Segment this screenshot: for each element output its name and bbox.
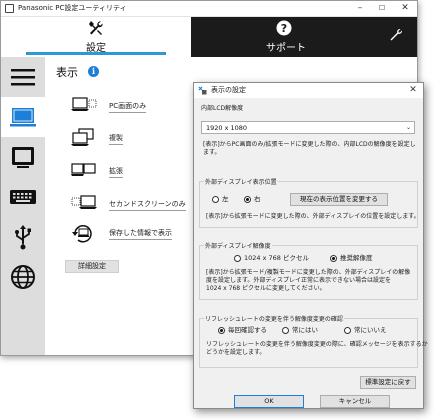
tablet-icon [12,147,34,168]
page-title: 表示 [56,66,78,79]
wrench-icon[interactable] [389,28,403,42]
close-button[interactable]: ✕ [394,2,416,15]
radio-label: 毎回確認する [228,326,267,334]
internal-lcd-note: [表示]からPC画面のみ/拡張モードに変更した際の、内部LCDの解像度を設定し [203,141,416,148]
advanced-settings-button[interactable]: 詳細設定 [65,260,119,273]
restore-defaults-button[interactable]: 標準設定に戻す [360,376,416,389]
radio-dot [212,196,219,203]
main-titlebar: Panasonic PC設定ユーティリティ – ☐ ✕ [1,1,417,17]
svg-text:?: ? [281,22,287,35]
sidebar-item-display[interactable] [1,97,45,137]
always-yes-radio[interactable]: 常にはい [282,326,332,335]
dialog-close-button[interactable]: ✕ [407,84,419,96]
external-resolution-title: 外部ディスプレイ解像度 [204,241,272,250]
radio-label: 1024 x 768 ピクセル [244,254,309,262]
external-resolution-note: [表示]から拡張モード/複製モードに変更した際の、外部ディスプレイの解像 [206,269,411,276]
radio-label: 左 [222,195,229,203]
mode-second-screen-only[interactable]: セカンドスクリーンのみ [71,194,191,214]
dialog-title: 表示の設定 [211,86,246,94]
keyboard-icon [10,190,36,204]
mode-duplicate[interactable]: 複製 [71,128,191,148]
sidebar-item-tablet[interactable] [1,137,45,177]
tab-settings[interactable]: 設定 [1,17,191,57]
internal-lcd-resolution-select[interactable]: 1920 x 1080 ⌄ [201,121,415,134]
usb-icon [15,225,31,250]
menu-icon [11,69,35,86]
radio-dot [282,327,289,334]
maximize-button[interactable]: ☐ [371,2,393,15]
resolution-recommended-radio[interactable]: 推奨解像度 [330,254,390,263]
dialog-titlebar: 表示の設定 ✕ [194,83,423,98]
restore-saved-icon [72,225,92,243]
minimize-button[interactable]: – [349,2,371,15]
mode-label: PC画面のみ [109,101,147,113]
tab-support[interactable]: ? サポート [191,17,381,57]
radio-dot [234,255,241,262]
select-value: 1920 x 1080 [206,124,248,132]
radio-label: 推奨解像度 [340,254,373,262]
mode-restore-saved[interactable]: 保存した情報で表示 [71,223,201,243]
radio-dot [244,196,251,203]
main-window-title: Panasonic PC設定ユーティリティ [18,4,127,12]
mode-extend[interactable]: 拡張 [71,161,191,181]
laptop-display-icon [10,108,36,127]
sidebar-item-keyboard[interactable] [1,177,45,217]
mode-label: 拡張 [109,166,123,178]
display-settings-dialog: 表示の設定 ✕ 内部LCD解像度 1920 x 1080 ⌄ [表示]からPC画… [193,82,428,409]
globe-icon [11,265,35,289]
mode-label: 複製 [109,133,123,145]
radio-label: 常にいいえ [354,326,387,334]
refresh-rate-title: リフレッシュレートの変更を伴う解像度変更の確認 [204,314,344,323]
radio-dot [344,327,351,334]
position-right-radio[interactable]: 右 [244,195,274,204]
info-icon[interactable]: i [88,66,99,77]
always-no-radio[interactable]: 常にいいえ [344,326,394,335]
external-position-title: 外部ディスプレイ表示位置 [204,177,278,186]
radio-label: 常にはい [292,326,318,334]
external-position-note: [表示]から拡張モードに変更した際の、外部ディスプレイの位置を設定します。 [206,213,420,220]
tab-support-label: サポート [266,43,306,54]
pc-screen-only-icon [71,97,97,111]
external-resolution-note-cont2: 1024 x 768 ピクセルに変更してください。 [206,285,326,292]
internal-lcd-note-cont: ます。 [203,149,221,156]
mode-label: セカンドスクリーンのみ [109,199,186,211]
sidebar-item-network[interactable] [1,257,45,297]
second-screen-only-icon [71,195,97,209]
mode-label: 保存した情報で表示 [109,228,172,240]
radio-dot [330,255,337,262]
app-icon [5,4,14,13]
active-tab-indicator [26,52,166,55]
confirm-every-time-radio[interactable]: 毎回確認する [218,326,278,335]
internal-lcd-heading: 内部LCD解像度 [201,105,244,112]
sidebar-item-usb[interactable] [1,217,45,257]
radio-label: 右 [254,195,261,203]
mode-pc-screen-only[interactable]: PC画面のみ [71,96,191,116]
position-left-radio[interactable]: 左 [212,195,242,204]
refresh-rate-note-cont: どうかを設定します。 [206,349,266,356]
resolution-1024-radio[interactable]: 1024 x 768 ピクセル [234,254,314,263]
duplicate-icon [71,128,94,146]
change-position-button[interactable]: 現在の表示位置を変更する [290,193,388,206]
settings-app-icon [198,86,207,95]
external-resolution-note-cont: 度を設定します。外部ディスプレイ正常に表示できない場合は設定を [206,277,391,284]
refresh-rate-note: リフレッシュレートの変更を伴う解像度変更の際に、確認メッセージを表示するか [206,341,428,348]
cancel-button[interactable]: キャンセル [320,395,390,408]
sidebar [1,57,45,355]
chevron-down-icon: ⌄ [405,124,411,131]
help-icon: ? [276,20,292,36]
radio-dot [218,327,225,334]
sidebar-item-menu[interactable] [1,57,45,97]
ok-button[interactable]: OK [234,395,304,408]
top-tab-bar: 設定 ? サポート [1,17,417,57]
extend-icon [71,163,96,176]
tools-crossed-icon [89,21,103,35]
